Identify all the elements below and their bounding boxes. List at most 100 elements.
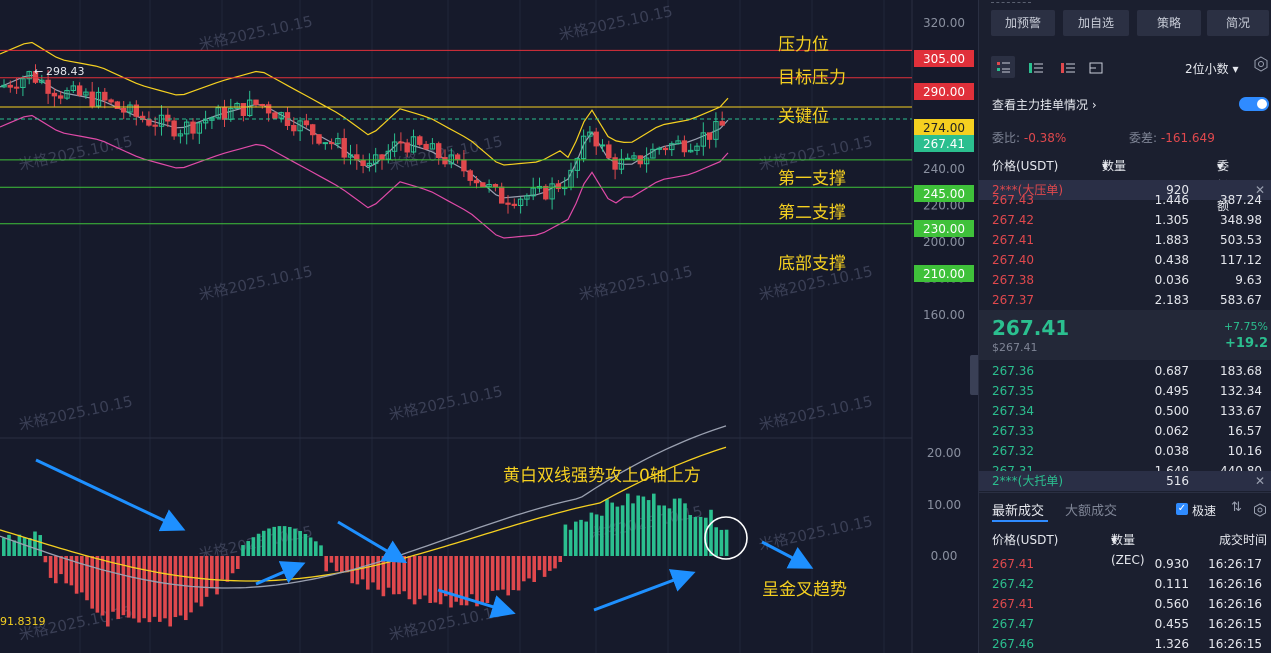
bid-price: 267.36 [992,364,1034,378]
ask-qty: 1.883 [1154,233,1189,247]
macd-bar [90,556,94,609]
change-amount: +19.2 [1225,336,1268,351]
trade-qty: 0.930 [1154,557,1189,571]
ask-row[interactable]: 267.40 0.438 117.12 [979,250,1271,270]
big-buy-row[interactable]: 2***(大托单) 516 ✕ [979,471,1271,491]
trade-price: 267.42 [992,577,1034,591]
macd-bar [132,556,136,619]
ask-row[interactable]: 267.38 0.036 9.63 [979,270,1271,290]
macd-bar [532,556,536,583]
overview-button[interactable]: 简况 [1207,10,1269,36]
tab-latest-trades[interactable]: 最新成交 [992,500,1044,519]
candle-body [480,182,486,188]
main-orders-link[interactable]: 查看主力挂单情况 › [992,96,1097,113]
chevron-down-icon: ▾ [1111,533,1118,547]
macd-bar [236,556,240,569]
macd-bar [662,505,666,556]
candle-body [240,103,247,116]
bid-row[interactable]: 267.35 0.495 132.34 [979,381,1271,401]
view-bids-icon[interactable] [1027,60,1045,76]
high-marker: 298.43 [46,65,85,78]
candle-body [499,186,505,204]
macd-bar [282,526,287,556]
candle-body [442,157,448,165]
trade-time: 16:26:15 [1208,637,1262,651]
fast-label: 极速 [1192,504,1217,518]
macd-bar [64,556,68,584]
strategy-button[interactable]: 策略 [1137,10,1201,36]
trade-qty: 0.111 [1154,577,1189,591]
chart-canvas[interactable]: 米格2025.10.15 米格2025.10.15米格2025.10.15 米格20… [0,0,978,653]
macd-bar [288,526,292,556]
macd-bar [85,556,89,601]
last-price: 267.41 [992,316,1070,340]
kline-chart[interactable]: 米格2025.10.15 米格2025.10.15 米格2025.10.15 米格20… [0,0,979,653]
ask-qty: 0.036 [1154,273,1189,287]
ask-row[interactable]: 267.37 2.183 583.67 [979,290,1271,310]
last-price-usd: $267.41 [992,341,1038,354]
candle-body [152,124,158,127]
current-price-tag: 267.41 [923,137,965,151]
filter-icon[interactable]: ⇅ [1231,500,1242,515]
bid-row[interactable]: 267.33 0.062 16.57 [979,421,1271,441]
candle-body [114,101,121,109]
macd-bar [641,496,646,556]
ask-row[interactable]: 267.41 1.883 503.53 [979,230,1271,250]
macd-bar [501,556,505,590]
bid-row[interactable]: 267.34 0.500 133.67 [979,401,1271,421]
macd-bar [329,556,334,563]
candle-body [272,112,278,119]
view-asks-icon[interactable] [1059,60,1077,76]
bid-amount: 183.68 [1220,364,1262,378]
view-both-icon[interactable] [991,56,1015,78]
level-name-305: 压力位 [778,35,829,55]
macd-bar [225,556,230,582]
candle-body [473,179,480,184]
bid-amount: 133.67 [1220,404,1262,418]
view-depth-icon[interactable] [1087,60,1105,76]
bid-row[interactable]: 267.32 0.038 10.16 [979,441,1271,461]
macd-bar [184,556,188,621]
trade-price: 267.41 [992,597,1034,611]
bid-row[interactable]: 267.36 0.687 183.68 [979,361,1271,381]
macd-bar [667,508,672,556]
trade-price: 267.47 [992,617,1034,631]
macd-bar [428,556,432,603]
chevron-down-icon: ▾ [1217,159,1224,173]
add-watchlist-button[interactable]: 加自选 [1063,10,1129,36]
macd-bar [163,556,167,619]
macd-bar [402,556,406,592]
candle-body [467,170,473,181]
settings-icon[interactable] [1253,56,1269,72]
macd-bar [142,556,146,619]
decimal-select[interactable]: 2位小数 ▾ [1185,60,1239,77]
ask-amount: 117.12 [1220,253,1262,267]
macd-bar [449,556,453,608]
candle-body [45,79,51,94]
tab-large-trades[interactable]: 大额成交 [1065,500,1117,519]
bid-row[interactable]: 267.31 1.649 440.80 [979,461,1271,471]
fast-checkbox[interactable]: ✓ [1176,503,1188,515]
macd-bar [251,537,256,556]
add-alert-button[interactable]: 加预警 [991,10,1055,36]
ask-row[interactable]: 267.43 1.446 387.24 [979,190,1271,210]
toggle-knob [1257,99,1267,109]
ask-qty: 2.183 [1154,293,1189,307]
price-tick: 320.00 [923,16,965,30]
main-orders-toggle[interactable] [1239,97,1269,111]
macd-bar [646,500,651,556]
candle-body [436,143,442,159]
settings-icon[interactable] [1253,502,1267,517]
macd-bar [470,556,474,595]
macd-bar [709,509,713,556]
close-icon[interactable]: ✕ [1255,471,1265,491]
macd-bar [381,556,386,597]
trade-time: 16:26:16 [1208,577,1262,591]
macd-bar [308,537,313,556]
candle-body [165,114,171,122]
indicator-tick: 20.00 [927,446,961,460]
ask-row[interactable]: 267.42 1.305 348.98 [979,210,1271,230]
candle-body [593,131,599,147]
macd-bar [2,537,6,556]
candle-body [505,202,511,205]
